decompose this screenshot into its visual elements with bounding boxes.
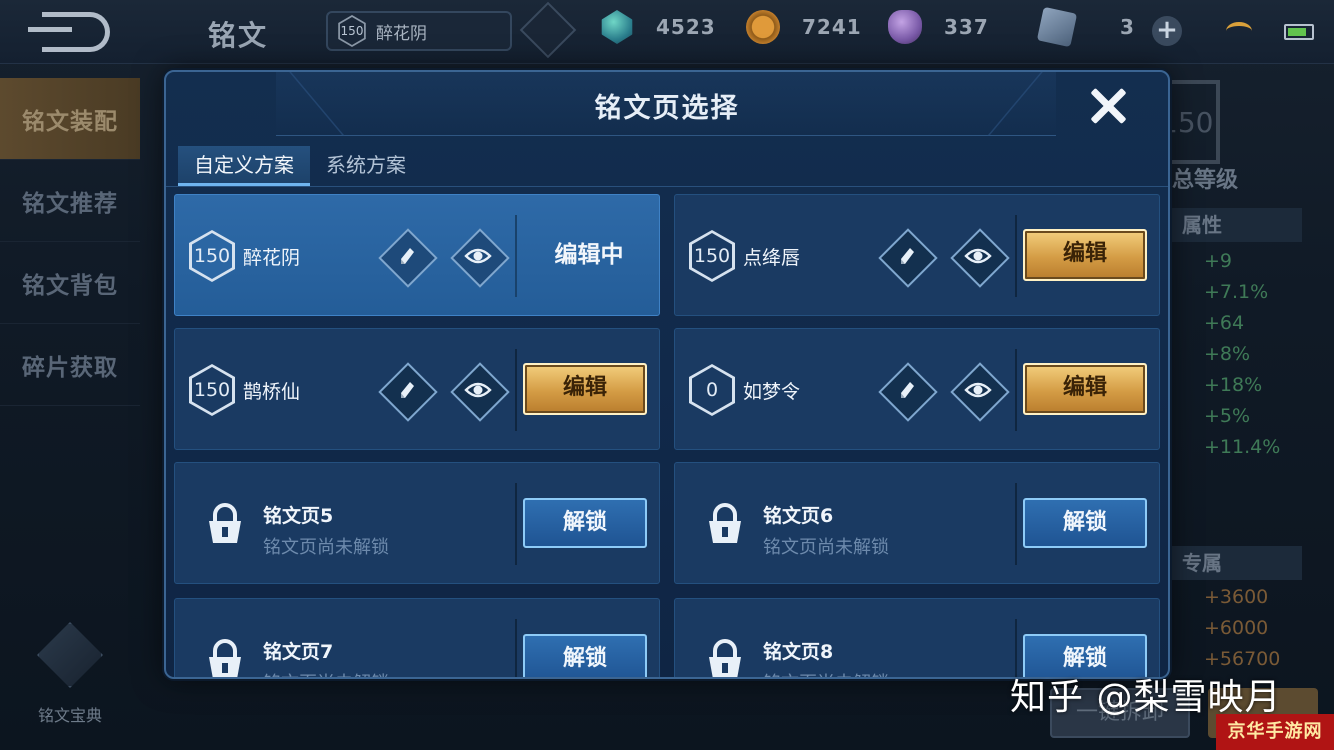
corner-badge: 京华手游网 xyxy=(1216,714,1334,750)
locked-subtitle: 铭文页尚未解锁 xyxy=(763,537,889,558)
locked-subtitle: 铭文页尚未解锁 xyxy=(763,669,889,677)
unlock-button[interactable]: 解锁 xyxy=(523,634,647,677)
page-slot-8[interactable]: 铭文页8 铭文页尚未解锁 解锁 xyxy=(674,598,1160,677)
wifi-icon xyxy=(1226,22,1252,40)
top-bar: 铭文 150 醉花阴 4523 7241 337 3 + xyxy=(0,0,1334,64)
unlock-button[interactable]: 解锁 xyxy=(523,498,647,548)
level-hex-icon: 150 xyxy=(338,15,366,47)
right-panel: 150 总等级 属性 +9 +7.1% +64 +8% +18% +5% +11… xyxy=(1160,64,1334,750)
attribute-list: +9 +7.1% +64 +8% +18% +5% +11.4% xyxy=(1204,250,1281,458)
add-plus-icon[interactable]: + xyxy=(1152,16,1182,46)
sidebar-item-recommend[interactable]: 铭文推荐 xyxy=(0,160,140,242)
page-slot-6[interactable]: 铭文页6 铭文页尚未解锁 解锁 xyxy=(674,462,1160,584)
page-slot-5[interactable]: 铭文页5 铭文页尚未解锁 解锁 xyxy=(174,462,660,584)
page-slot-2[interactable]: 150 点绛唇 编辑 xyxy=(674,194,1160,316)
tab-bar: 自定义方案 系统方案 xyxy=(178,146,422,186)
gem-icon xyxy=(888,10,922,44)
page-name: 铭文页5 xyxy=(263,505,334,527)
unlock-button[interactable]: 解锁 xyxy=(1023,498,1147,548)
editing-status: 编辑中 xyxy=(554,242,624,268)
resource-crystal: 4523 xyxy=(600,10,716,44)
exclusive-header: 专属 xyxy=(1172,546,1302,580)
edit-button[interactable]: 编辑 xyxy=(1023,363,1147,415)
current-page-name: 醉花阴 xyxy=(376,23,427,44)
rename-pencil-icon[interactable] xyxy=(519,1,577,59)
exclusive-list: +3600 +6000 +56700 xyxy=(1204,586,1281,670)
resource-coin: 7241 xyxy=(746,10,862,44)
preview-eye-icon[interactable] xyxy=(955,233,1001,279)
edit-button[interactable]: 编辑 xyxy=(1023,229,1147,281)
crystal-icon xyxy=(601,10,633,44)
preview-eye-icon[interactable] xyxy=(455,233,501,279)
sidebar-item-fragments[interactable]: 碎片获取 xyxy=(0,324,140,406)
page-select-modal: 铭文页选择 自定义方案 系统方案 150 醉花阴 编辑中 150 点绛唇 编辑 … xyxy=(164,70,1170,679)
tab-divider xyxy=(166,186,1168,187)
page-slot-7[interactable]: 铭文页7 铭文页尚未解锁 解锁 xyxy=(174,598,660,677)
sidebar-item-bag[interactable]: 铭文背包 xyxy=(0,242,140,324)
lock-icon xyxy=(209,503,241,543)
edit-button[interactable]: 编辑 xyxy=(523,363,647,415)
slot-divider xyxy=(515,349,517,431)
total-level-hex: 150 xyxy=(1160,80,1220,164)
level-hex-icon: 150 xyxy=(189,230,235,282)
modal-title: 铭文页选择 xyxy=(594,93,740,124)
sidebar-item-equip[interactable]: 铭文装配 xyxy=(0,78,140,160)
lock-icon xyxy=(709,639,741,677)
total-level-label: 总等级 xyxy=(1172,168,1239,193)
level-hex-icon: 150 xyxy=(189,364,235,416)
slot-divider xyxy=(515,483,517,565)
slot-divider xyxy=(1015,349,1017,431)
page-name: 醉花阴 xyxy=(243,247,301,269)
battery-icon xyxy=(1284,24,1314,40)
locked-subtitle: 铭文页尚未解锁 xyxy=(263,669,389,677)
page-name: 铭文页8 xyxy=(763,641,834,663)
tab-system[interactable]: 系统方案 xyxy=(310,146,422,186)
watermark-text: 知乎 @梨雪映月 xyxy=(1010,677,1282,718)
lock-icon xyxy=(209,639,241,677)
codex-label: 铭文宝典 xyxy=(37,706,102,725)
coin-icon xyxy=(746,10,780,44)
level-hex-icon: 0 xyxy=(689,364,735,416)
tab-custom[interactable]: 自定义方案 xyxy=(178,146,310,186)
rename-pencil-icon[interactable] xyxy=(383,233,429,279)
codex-button[interactable]: 铭文宝典 xyxy=(26,622,114,726)
locked-subtitle: 铭文页尚未解锁 xyxy=(263,537,389,558)
rename-pencil-icon[interactable] xyxy=(883,367,929,413)
modal-header: 铭文页选择 xyxy=(166,72,1168,136)
page-name: 铭文页7 xyxy=(263,641,334,663)
lock-icon xyxy=(709,503,741,543)
resource-card: 3 xyxy=(1036,6,1135,48)
attributes-header: 属性 xyxy=(1172,208,1302,242)
page-slot-1[interactable]: 150 醉花阴 编辑中 xyxy=(174,194,660,316)
preview-eye-icon[interactable] xyxy=(455,367,501,413)
level-hex-icon: 150 xyxy=(689,230,735,282)
rename-pencil-icon[interactable] xyxy=(383,367,429,413)
page-title: 铭文 xyxy=(208,19,269,52)
slot-divider xyxy=(1015,215,1017,297)
book-icon xyxy=(37,622,103,688)
slot-divider xyxy=(1015,483,1017,565)
preview-eye-icon[interactable] xyxy=(955,367,1001,413)
page-name: 如梦令 xyxy=(743,381,801,403)
rename-pencil-icon[interactable] xyxy=(883,233,929,279)
current-page-selector[interactable]: 150 醉花阴 xyxy=(326,11,512,51)
page-slot-3[interactable]: 150 鹊桥仙 编辑 xyxy=(174,328,660,450)
resource-gem: 337 xyxy=(888,10,989,44)
close-icon[interactable] xyxy=(1086,84,1130,128)
sidebar: 铭文装配 铭文推荐 铭文背包 碎片获取 xyxy=(0,78,140,406)
page-name: 鹊桥仙 xyxy=(243,381,301,403)
page-name: 铭文页6 xyxy=(763,505,834,527)
back-icon[interactable] xyxy=(28,12,110,52)
card-icon xyxy=(1036,6,1078,48)
slot-divider xyxy=(515,619,517,677)
page-slot-4[interactable]: 0 如梦令 编辑 xyxy=(674,328,1160,450)
page-name: 点绛唇 xyxy=(743,247,801,269)
